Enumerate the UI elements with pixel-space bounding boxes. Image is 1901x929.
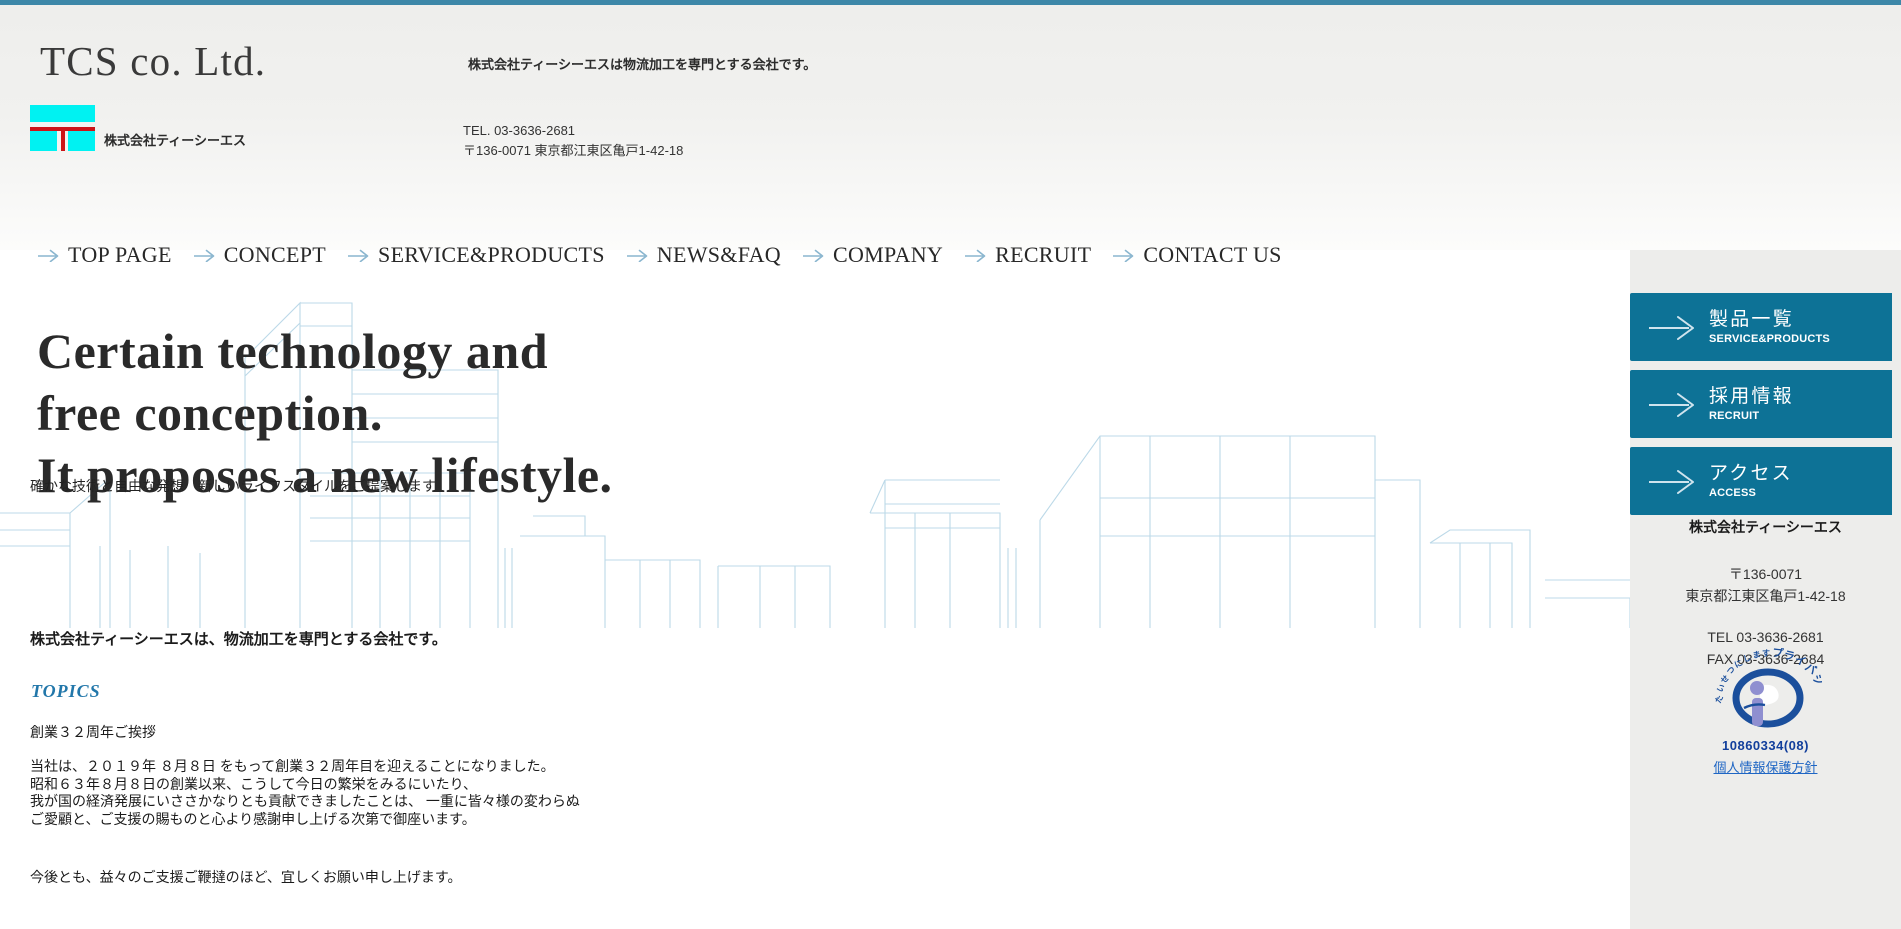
- sidebar-button-list: 製品一覧 SERVICE&PRODUCTS 採用情報 RECRUIT アクセス ACCES…: [1630, 293, 1901, 524]
- nav-item-news-faq[interactable]: NEWS&FAQ: [626, 242, 781, 268]
- arrow-right-icon: [1113, 249, 1134, 262]
- sidebar-button-label-ja: 採用情報: [1709, 385, 1794, 407]
- header-address: 〒136-0071 東京都江東区亀戸1-42-18: [463, 143, 684, 158]
- arrow-right-icon: [1649, 316, 1694, 340]
- svg-text:し: し: [1742, 653, 1752, 664]
- nav-item-label: COMPANY: [833, 242, 944, 267]
- sidebar-button-label-ja: アクセス: [1709, 462, 1793, 484]
- sidebar-button-text: アクセス ACCESS: [1709, 464, 1793, 499]
- nav-item-company[interactable]: COMPANY: [803, 242, 943, 268]
- page-root: TCS co. Ltd. 株式会社ティーシーエス 株式会社ティーシーエスは物流加…: [0, 5, 1901, 929]
- topic-body: 当社は、２０１９年 ８月８日 をもって創業３２周年目を迎えることになりました。 …: [30, 758, 580, 827]
- nav-item-recruit[interactable]: RECRUIT: [965, 242, 1091, 268]
- brand-wordmark: TCS co. Ltd.: [40, 38, 267, 84]
- nav-item-service-products[interactable]: SERVICE&PRODUCTS: [348, 242, 605, 268]
- sidebar-button-label-ja: 製品一覧: [1709, 308, 1794, 330]
- topic-closing: 今後とも、益々のご支援ご鞭撻のほど、宜しくお願い申し上げます。: [30, 869, 462, 885]
- header-tel: TEL. 03-3636-2681: [463, 123, 576, 138]
- arrow-right-icon: [38, 249, 59, 262]
- arrow-right-icon: [1649, 393, 1694, 417]
- nav-item-label: RECRUIT: [995, 242, 1092, 267]
- nav-item-contact-us[interactable]: CONTACT US: [1113, 242, 1281, 268]
- right-sidebar: 製品一覧 SERVICE&PRODUCTS 採用情報 RECRUIT アクセス ACCES…: [1630, 250, 1901, 929]
- arrow-right-icon: [965, 249, 986, 262]
- nav-item-label: SERVICE&PRODUCTS: [378, 242, 605, 267]
- sidebar-button-recruit[interactable]: 採用情報 RECRUIT: [1630, 370, 1892, 438]
- sidebar-address: 〒136-0071 東京都江東区亀戸1-42-18: [1685, 566, 1846, 604]
- header-tagline: 株式会社ティーシーエスは物流加工を専門とする会社です。: [468, 57, 817, 72]
- sidebar-button-label-en: SERVICE&PRODUCTS: [1709, 332, 1830, 345]
- privacy-mark-icon: た い せ つ に し ま す プ ラ イ バ シ: [1712, 648, 1822, 728]
- privacy-mark-number: 10860334(08): [1722, 738, 1809, 753]
- nav-item-top-page[interactable]: TOP PAGE: [38, 242, 172, 268]
- logo-lockup[interactable]: 株式会社ティーシーエス: [30, 105, 246, 151]
- sidebar-button-service-products[interactable]: 製品一覧 SERVICE&PRODUCTS: [1630, 293, 1892, 361]
- svg-text:ま: ま: [1752, 650, 1761, 660]
- sidebar-button-label-en: RECRUIT: [1709, 409, 1760, 422]
- arrow-right-icon: [626, 249, 648, 262]
- main-navigation[interactable]: TOP PAGE CONCEPT SERVICE&PRODUCTS NEWS&FAQ C…: [38, 242, 1282, 268]
- tcs-logo-icon: [30, 105, 95, 151]
- nav-item-label: TOP PAGE: [68, 242, 172, 267]
- arrow-right-icon: [193, 249, 214, 262]
- sidebar-button-access[interactable]: アクセス ACCESS: [1630, 447, 1892, 515]
- nav-item-label: CONTACT US: [1143, 242, 1282, 267]
- sidebar-button-text: 採用情報 RECRUIT: [1709, 387, 1794, 422]
- topic-title: 創業３２周年ご挨拶: [30, 724, 156, 740]
- header-contact-block: TEL. 03-3636-2681 〒136-0071 東京都江東区亀戸1-42…: [463, 121, 683, 161]
- arrow-right-icon: [348, 249, 369, 262]
- intro-line: 株式会社ティーシーエスは、物流加工を専門とする会社です。: [30, 631, 447, 648]
- svg-text:た: た: [1712, 693, 1724, 704]
- logo-left-square-shape: [30, 130, 57, 151]
- nav-item-label: CONCEPT: [223, 242, 327, 267]
- logo-red-vertical-shape: [61, 127, 65, 151]
- topics-heading: TOPICS: [31, 681, 101, 701]
- arrow-right-icon: [1649, 470, 1694, 494]
- nav-item-label: NEWS&FAQ: [656, 242, 781, 267]
- privacy-mark-block: た い せ つ に し ま す プ ラ イ バ シ 10860334(08) 個…: [1630, 648, 1901, 777]
- sidebar-button-label-en: ACCESS: [1709, 486, 1757, 499]
- logo-company-name: 株式会社ティーシーエス: [104, 133, 246, 148]
- hero-subheading: 確かな技術と自由な発想 新しいライフスタイルをご提案します: [30, 478, 436, 494]
- sidebar-button-text: 製品一覧 SERVICE&PRODUCTS: [1709, 310, 1830, 345]
- logo-right-square-shape: [68, 130, 95, 151]
- arrow-right-icon: [803, 249, 824, 262]
- nav-item-concept[interactable]: CONCEPT: [193, 242, 327, 268]
- logo-top-bar-shape: [30, 105, 95, 122]
- privacy-policy-link[interactable]: 個人情報保護方針: [1713, 757, 1817, 776]
- site-header: TCS co. Ltd. 株式会社ティーシーエス 株式会社ティーシーエスは物流加…: [0, 5, 1901, 250]
- hero-section: Certain technology and free conception. …: [0, 298, 1630, 628]
- sidebar-company-name: 株式会社ティーシーエス: [1689, 519, 1842, 535]
- svg-text:す: す: [1762, 649, 1770, 658]
